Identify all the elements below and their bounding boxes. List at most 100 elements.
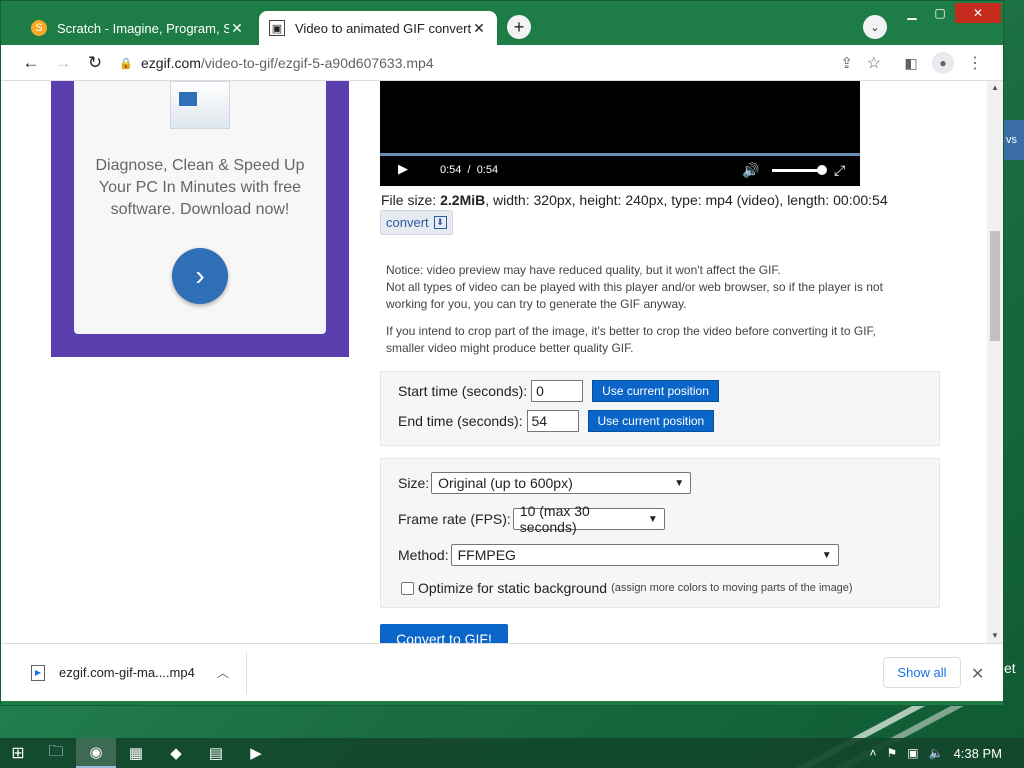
close-window-button[interactable]: ✕ (955, 3, 1001, 23)
start-time-input[interactable]: 0 (531, 380, 584, 402)
file-size: 2.2MiB (440, 192, 486, 208)
notice-text: Notice: video preview may have reduced q… (386, 262, 906, 367)
end-time-label: End time (seconds): (398, 413, 523, 429)
video-progress-bar[interactable] (380, 153, 860, 156)
app-icon[interactable]: ◆ (156, 738, 196, 768)
chevron-down-icon: ▼ (821, 549, 832, 561)
volume-icon[interactable]: 🔈 (929, 746, 944, 760)
ad-text: Diagnose, Clean & Speed Up Your PC In Mi… (95, 157, 305, 218)
network-icon[interactable]: ▣ (907, 746, 918, 760)
divider (246, 652, 247, 694)
url-domain: ezgif.com (141, 55, 201, 71)
convert-label: convert (386, 215, 429, 230)
start-time-row: Start time (seconds): 0 Use current posi… (398, 380, 719, 402)
windows-start-icon[interactable]: ⊞ (0, 738, 36, 768)
software-box-image (170, 81, 230, 129)
tray-expand-icon[interactable]: ˄ (870, 746, 877, 760)
download-item[interactable]: ▶ ezgif.com-gif-ma....mp4 ︿ (31, 664, 229, 681)
tab-ezgif[interactable]: ▣ Video to animated GIF converter ✕ (259, 11, 497, 45)
time-separator: / (467, 164, 471, 176)
scratch-cat-icon: S (31, 20, 47, 36)
maximize-button[interactable]: ▢ (927, 3, 953, 23)
side-panel-icon[interactable]: ◧ (899, 51, 923, 75)
lock-icon[interactable]: 🔒 (119, 57, 141, 70)
volume-slider-handle[interactable] (817, 165, 827, 175)
share-icon[interactable]: ⇪ (840, 54, 853, 72)
fullscreen-icon[interactable]: ⤢ (834, 162, 845, 179)
optimize-checkbox[interactable] (401, 581, 414, 595)
download-bar: ▶ ezgif.com-gif-ma....mp4 ︿ Show all ✕ (1, 643, 1003, 701)
size-row: Size: Original (up to 600px) ▼ (398, 472, 692, 494)
chevron-up-icon[interactable]: ︿ (217, 664, 229, 681)
advertisement[interactable]: Diagnose, Clean & Speed Up Your PC In Mi… (51, 81, 349, 357)
person-icon: ● (932, 52, 954, 74)
ad-card[interactable]: Diagnose, Clean & Speed Up Your PC In Mi… (74, 81, 326, 334)
chevron-down-icon: ▼ (674, 477, 685, 489)
duration: 0:54 (476, 164, 499, 176)
file-info-prefix: File size: (381, 192, 441, 208)
video-player[interactable]: ▶ 0:54 / 0:54 🔊 ⤢ (380, 81, 860, 186)
address-bar[interactable]: 🔒 ezgif.com/video-to-gif/ezgif-5-a90d607… (119, 49, 901, 77)
fps-row: Frame rate (FPS): 10 (max 30 seconds) ▼ (398, 503, 665, 535)
scrollbar-thumb[interactable] (990, 231, 1000, 341)
scroll-up-arrow-icon[interactable]: ▲ (987, 81, 1003, 95)
clock[interactable]: 4:38 PM (954, 746, 1002, 761)
media-player-icon[interactable]: ▶ (236, 738, 276, 768)
url-path: /video-to-gif/ezgif-5-a90d607633.mp4 (200, 55, 434, 71)
url-text: ezgif.com/video-to-gif/ezgif-5-a90d60763… (141, 55, 434, 71)
minimize-button[interactable]: ▁ (899, 3, 925, 23)
use-current-position-button[interactable]: Use current position (587, 410, 715, 432)
reload-button[interactable]: ↻ (79, 47, 111, 79)
new-tab-button[interactable]: + (507, 15, 531, 39)
convert-to-gif-button[interactable]: Convert to GIF! (380, 624, 508, 643)
gif-options-panel: Size: Original (up to 600px) ▼ Frame rate… (380, 458, 940, 608)
document-icon[interactable]: ▤ (196, 738, 236, 768)
profile-avatar[interactable]: ● (931, 51, 955, 75)
size-value: Original (up to 600px) (438, 475, 573, 491)
end-time-input[interactable]: 54 (526, 410, 579, 432)
notice-line: Not all types of video can be played wit… (386, 280, 883, 311)
method-row: Method: FFMPEG ▼ (398, 544, 839, 566)
volume-icon[interactable]: 🔊 (742, 162, 759, 179)
optimize-row: Optimize for static background (assign m… (401, 580, 853, 596)
start-time-label: Start time (seconds): (398, 383, 528, 399)
use-current-position-button[interactable]: Use current position (592, 380, 719, 402)
page-viewport: Diagnose, Clean & Speed Up Your PC In Mi… (1, 81, 1003, 643)
convert-menu-button[interactable]: convert ⬇ (380, 210, 453, 235)
chrome-icon[interactable]: ◉ (76, 738, 116, 768)
file-info-details: , width: 320px, height: 240px, type: mp4… (485, 192, 888, 208)
method-value: FFMPEG (457, 547, 516, 563)
back-button[interactable]: ← (15, 47, 47, 79)
action-center-icon[interactable]: ⚑ (887, 746, 898, 760)
page-scrollbar[interactable]: ▲ ▼ (987, 81, 1003, 643)
forward-button[interactable]: → (47, 47, 79, 79)
browser-toolbar: ← → ↻ 🔒 ezgif.com/video-to-gif/ezgif-5-a… (1, 45, 1003, 81)
app-window-icon[interactable]: ▦ (116, 738, 156, 768)
menu-icon[interactable]: ⋮ (963, 51, 987, 75)
size-select[interactable]: Original (up to 600px) ▼ (431, 472, 692, 494)
video-file-icon: ▶ (31, 664, 45, 681)
file-explorer-icon[interactable]: 🗀 (36, 738, 76, 768)
close-icon[interactable]: ✕ (971, 664, 984, 684)
show-all-button[interactable]: Show all (883, 657, 961, 688)
method-select[interactable]: FFMPEG ▼ (450, 544, 839, 566)
fps-select[interactable]: 10 (max 30 seconds) ▼ (512, 503, 665, 535)
notice-line: Notice: video preview may have reduced q… (386, 263, 781, 277)
bookmark-star-icon[interactable]: ☆ (867, 53, 881, 73)
desktop-window-peek: vs (1002, 120, 1024, 160)
volume-slider[interactable] (772, 169, 820, 172)
current-time: 0:54 (440, 164, 462, 176)
scroll-down-arrow-icon[interactable]: ▼ (987, 629, 1003, 643)
download-arrow-icon: ⬇ (433, 216, 447, 229)
browser-window: S Scratch - Imagine, Program, Shar ✕ ▣ V… (0, 0, 1004, 706)
tab-scratch[interactable]: S Scratch - Imagine, Program, Shar ✕ (21, 11, 255, 45)
tab-search-button[interactable]: ⌄ (863, 15, 887, 39)
close-icon[interactable]: ✕ (471, 20, 487, 37)
play-icon[interactable]: ▶ (398, 161, 408, 177)
chevron-right-icon[interactable]: › (172, 248, 228, 304)
optimize-label[interactable]: Optimize for static background (418, 580, 607, 596)
file-info: File size: 2.2MiB, width: 320px, height:… (381, 192, 888, 208)
system-tray: ˄ ⚑ ▣ 🔈 4:38 PM (870, 738, 1024, 768)
close-icon[interactable]: ✕ (229, 20, 245, 37)
taskbar: ⊞ 🗀 ◉ ▦ ◆ ▤ ▶ ˄ ⚑ ▣ 🔈 4:38 PM (0, 738, 1024, 768)
